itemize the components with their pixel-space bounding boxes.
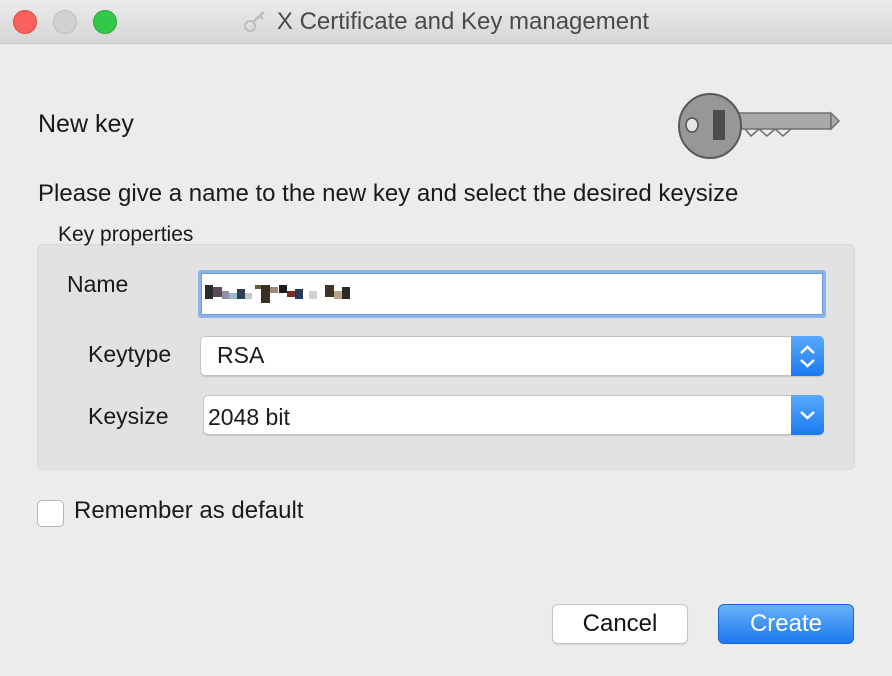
keysize-select[interactable]: 2048 bit — [203, 395, 824, 435]
keytype-select[interactable]: RSA — [200, 336, 824, 376]
keytype-stepper[interactable] — [791, 336, 824, 376]
instruction-text: Please give a name to the new key and se… — [38, 180, 739, 207]
title-area: X Certificate and Key management — [0, 0, 892, 44]
key-app-icon — [243, 11, 265, 32]
remember-default-checkbox[interactable] — [37, 500, 64, 527]
keysize-label: Keysize — [88, 403, 169, 429]
keytype-label: Keytype — [88, 341, 172, 367]
key-properties-title: Key properties — [58, 223, 194, 246]
keysize-dropdown-button[interactable] — [791, 395, 824, 435]
remember-default-label[interactable]: Remember as default — [74, 497, 303, 525]
key-illustration — [678, 93, 841, 159]
chevron-down-icon — [800, 411, 815, 420]
title-bar: X Certificate and Key management — [0, 0, 892, 44]
create-button[interactable]: Create — [718, 604, 854, 644]
dialog-heading: New key — [38, 110, 134, 138]
up-down-chevron-icon — [800, 345, 815, 368]
window-title: X Certificate and Key management — [276, 8, 650, 35]
keysize-value: 2048 bit — [208, 404, 290, 430]
redacted-name-image — [205, 285, 350, 303]
keytype-value: RSA — [217, 342, 265, 368]
name-label: Name — [67, 271, 129, 297]
cancel-button[interactable]: Cancel — [552, 604, 688, 644]
